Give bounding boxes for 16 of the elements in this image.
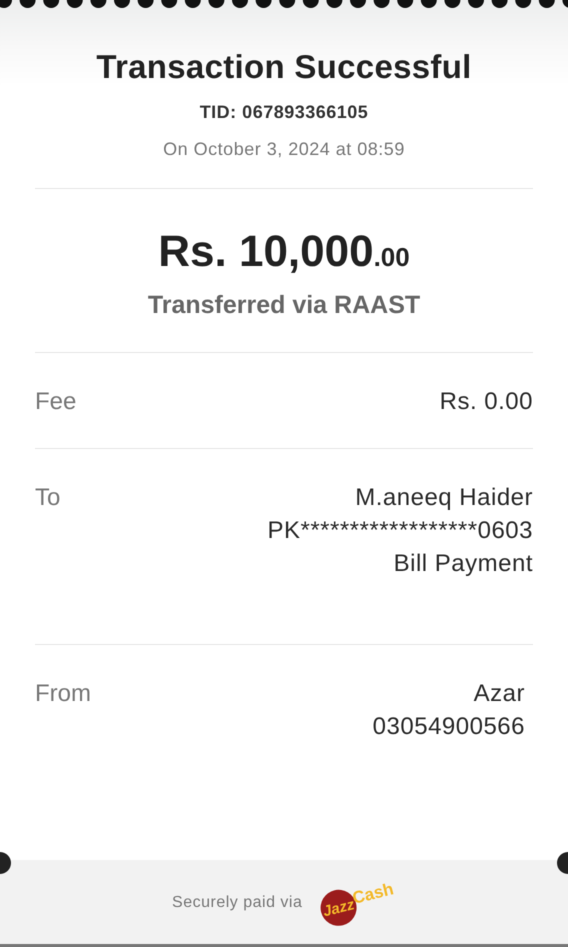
detail-value: PK******************0603 xyxy=(267,516,533,546)
detail-value: Rs. 0.00 xyxy=(440,387,533,417)
transaction-id: TID: 067893366105 xyxy=(200,102,368,123)
detail-label: From xyxy=(35,679,91,709)
detail-value: 03054900566 xyxy=(372,712,525,742)
detail-value: Bill Payment xyxy=(394,549,533,579)
detail-label: To xyxy=(35,483,60,513)
detail-label: Fee xyxy=(35,387,76,417)
receipt-title: Transaction Successful xyxy=(96,48,472,86)
detail-value: Azar xyxy=(474,679,525,709)
brand-logo: Jazz Cash xyxy=(317,876,400,930)
detail-value: M.aneeq Haider xyxy=(355,483,533,513)
amount: Rs. 10,000.00 xyxy=(158,227,410,277)
transfer-method: Transferred via RAAST xyxy=(148,291,420,320)
footer-text: Securely paid via xyxy=(172,894,302,912)
transaction-date: On October 3, 2024 at 08:59 xyxy=(163,139,405,160)
